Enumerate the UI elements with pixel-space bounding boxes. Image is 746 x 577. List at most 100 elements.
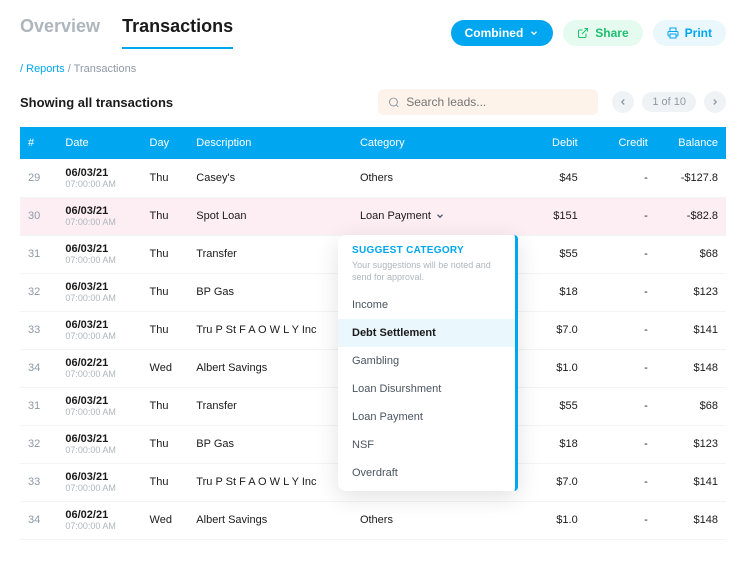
breadcrumb-current: Transactions: [74, 63, 137, 75]
cell-description: BP Gas: [188, 425, 352, 463]
cell-day: Thu: [142, 159, 189, 197]
cell-credit: -: [586, 387, 656, 425]
th-balance[interactable]: Balance: [656, 127, 726, 159]
cell-description: Albert Savings: [188, 501, 352, 539]
category-value: Others: [360, 514, 393, 526]
cell-index: 32: [20, 425, 57, 463]
page-next-button[interactable]: [704, 91, 726, 113]
print-label: Print: [685, 26, 712, 40]
combined-button[interactable]: Combined: [451, 20, 554, 46]
cell-description: BP Gas: [188, 273, 352, 311]
cell-balance: $68: [656, 387, 726, 425]
cell-date: 06/03/2107:00:00 AM: [57, 425, 141, 463]
cell-index: 30: [20, 197, 57, 235]
cell-debit: $1.0: [516, 501, 586, 539]
th-credit[interactable]: Credit: [586, 127, 656, 159]
cell-date: 06/02/2107:00:00 AM: [57, 501, 141, 539]
cell-description: Spot Loan: [188, 197, 352, 235]
breadcrumb-reports[interactable]: Reports: [26, 63, 65, 75]
dropdown-item[interactable]: Income: [338, 291, 515, 319]
showing-text: Showing all transactions: [20, 95, 173, 110]
cell-date: 06/03/2107:00:00 AM: [57, 159, 141, 197]
cell-credit: -: [586, 425, 656, 463]
tab-overview[interactable]: Overview: [20, 16, 100, 49]
combined-label: Combined: [465, 26, 524, 40]
cell-balance: $141: [656, 311, 726, 349]
tab-transactions[interactable]: Transactions: [122, 16, 233, 49]
cell-debit: $18: [516, 273, 586, 311]
share-icon: [577, 27, 589, 39]
cell-day: Thu: [142, 197, 189, 235]
dropdown-title: SUGGEST CATEGORY: [352, 245, 501, 256]
cell-description: Casey's: [188, 159, 352, 197]
cell-category: Others: [352, 501, 516, 539]
cell-debit: $7.0: [516, 311, 586, 349]
cell-credit: -: [586, 273, 656, 311]
dropdown-item[interactable]: Loan Payment: [338, 403, 515, 431]
category-suggestion-dropdown[interactable]: SUGGEST CATEGORY Your suggestions will b…: [338, 235, 518, 491]
category-value: Others: [360, 172, 393, 184]
category-select[interactable]: Loan Payment: [360, 210, 508, 222]
cell-balance: $123: [656, 273, 726, 311]
cell-day: Thu: [142, 235, 189, 273]
cell-index: 29: [20, 159, 57, 197]
cell-debit: $55: [516, 235, 586, 273]
th-debit[interactable]: Debit: [516, 127, 586, 159]
table-row[interactable]: 34 06/02/2107:00:00 AM Wed Albert Saving…: [20, 501, 726, 539]
dropdown-note: Your suggestions will be noted and send …: [352, 260, 501, 283]
cell-index: 33: [20, 311, 57, 349]
cell-description: Albert Savings: [188, 349, 352, 387]
cell-date: 06/02/2107:00:00 AM: [57, 349, 141, 387]
th-index[interactable]: #: [20, 127, 57, 159]
cell-date: 06/03/2107:00:00 AM: [57, 311, 141, 349]
cell-credit: -: [586, 159, 656, 197]
cell-debit: $18: [516, 425, 586, 463]
chevron-left-icon: [618, 97, 628, 107]
dropdown-item[interactable]: Debt Settlement: [338, 319, 515, 347]
th-category[interactable]: Category: [352, 127, 516, 159]
cell-day: Thu: [142, 273, 189, 311]
cell-debit: $1.0: [516, 349, 586, 387]
cell-date: 06/03/2107:00:00 AM: [57, 463, 141, 501]
cell-credit: -: [586, 349, 656, 387]
page-prev-button[interactable]: [612, 91, 634, 113]
table-row[interactable]: 29 06/03/2107:00:00 AM Thu Casey's Other…: [20, 159, 726, 197]
cell-description: Tru P St F A O W L Y Inc: [188, 463, 352, 501]
th-day[interactable]: Day: [142, 127, 189, 159]
chevron-down-icon: [529, 28, 539, 38]
cell-description: Tru P St F A O W L Y Inc: [188, 311, 352, 349]
dropdown-item[interactable]: NSF: [338, 431, 515, 459]
cell-index: 33: [20, 463, 57, 501]
cell-balance: $141: [656, 463, 726, 501]
cell-balance: -$127.8: [656, 159, 726, 197]
cell-category: Loan Payment: [352, 197, 516, 235]
cell-credit: -: [586, 501, 656, 539]
cell-day: Thu: [142, 311, 189, 349]
table-row[interactable]: 30 06/03/2107:00:00 AM Thu Spot Loan Loa…: [20, 197, 726, 235]
cell-description: Transfer: [188, 235, 352, 273]
chevron-right-icon: [710, 97, 720, 107]
cell-day: Thu: [142, 387, 189, 425]
share-button[interactable]: Share: [563, 20, 642, 46]
print-button[interactable]: Print: [653, 20, 726, 46]
cell-debit: $45: [516, 159, 586, 197]
dropdown-item[interactable]: Loan Disurshment: [338, 375, 515, 403]
cell-description: Transfer: [188, 387, 352, 425]
dropdown-item[interactable]: Overdraft: [338, 459, 515, 487]
cell-day: Thu: [142, 425, 189, 463]
cell-day: Wed: [142, 349, 189, 387]
cell-date: 06/03/2107:00:00 AM: [57, 197, 141, 235]
cell-credit: -: [586, 463, 656, 501]
cell-balance: -$82.8: [656, 197, 726, 235]
cell-balance: $148: [656, 501, 726, 539]
cell-day: Wed: [142, 501, 189, 539]
dropdown-item[interactable]: Gambling: [338, 347, 515, 375]
cell-debit: $151: [516, 197, 586, 235]
search-wrap[interactable]: [378, 89, 598, 115]
th-date[interactable]: Date: [57, 127, 141, 159]
search-input[interactable]: [406, 95, 588, 109]
cell-index: 31: [20, 387, 57, 425]
cell-index: 34: [20, 501, 57, 539]
cell-index: 32: [20, 273, 57, 311]
th-description[interactable]: Description: [188, 127, 352, 159]
